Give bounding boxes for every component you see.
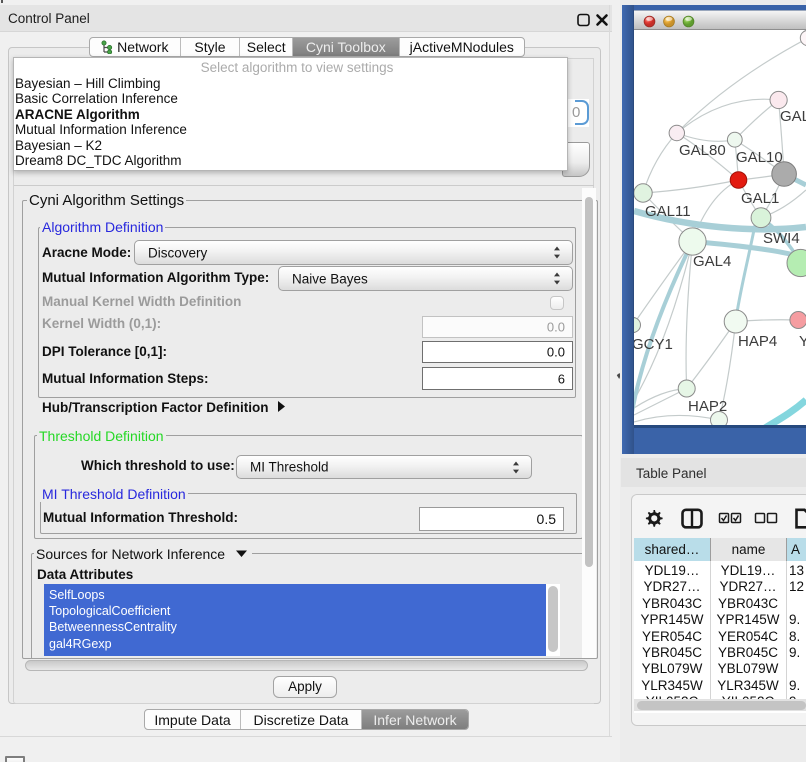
svg-text:GAL11: GAL11 [645,203,691,220]
svg-text:GCY1: GCY1 [634,336,673,353]
svg-text:GAL80: GAL80 [679,142,726,159]
svg-text:Y: Y [799,333,806,350]
svg-text:GAL: GAL [780,108,806,125]
svg-text:GAL1: GAL1 [741,190,779,207]
svg-text:HAP4: HAP4 [738,333,777,350]
svg-text:GAL4: GAL4 [693,253,731,270]
svg-text:HAP2: HAP2 [688,398,727,415]
svg-text:GAL10: GAL10 [736,149,783,166]
svg-text:SWI4: SWI4 [763,230,800,247]
